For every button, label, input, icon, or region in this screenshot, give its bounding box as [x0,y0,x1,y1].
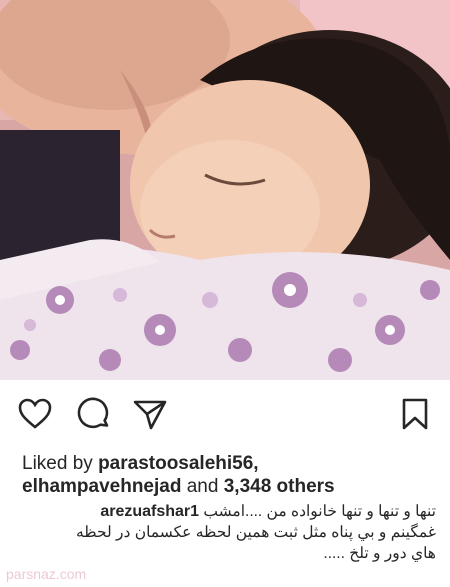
caption-text-1: تنها و تنها و تنها خانواده من ....امشب [203,503,436,520]
action-bar [0,380,450,450]
likes-connector: and [186,476,219,497]
caption-line-2: غمگینم و بي پناه مثل ثبت همین لحظه عکسما… [75,524,436,541]
liked-by-label: Liked by [22,453,93,474]
post-photo[interactable] [0,0,450,380]
bookmark-icon[interactable] [400,396,430,432]
likes-others-count[interactable]: 3,348 others [224,476,335,497]
paper-plane-icon[interactable] [132,396,168,432]
watermark-text: parsnaz.com [6,566,87,582]
liker-username-1[interactable]: parastoosalehi56, [98,453,259,474]
caption-line-3: هاي دور و تلخ ..... [323,545,436,562]
post-image [0,0,450,380]
caption-line-1: تنها و تنها و تنها خانواده من ....امشب a… [14,501,436,522]
liker-username-2[interactable]: elhampavehnejad [22,476,181,497]
likes-summary: Liked by parastoosalehi56, elhampavehnej… [22,452,432,498]
caption-username[interactable]: arezuafshar1 [100,503,199,520]
post-caption: تنها و تنها و تنها خانواده من ....امشب a… [14,501,436,564]
comment-bubble-icon[interactable] [76,396,112,432]
heart-icon[interactable] [17,396,53,432]
